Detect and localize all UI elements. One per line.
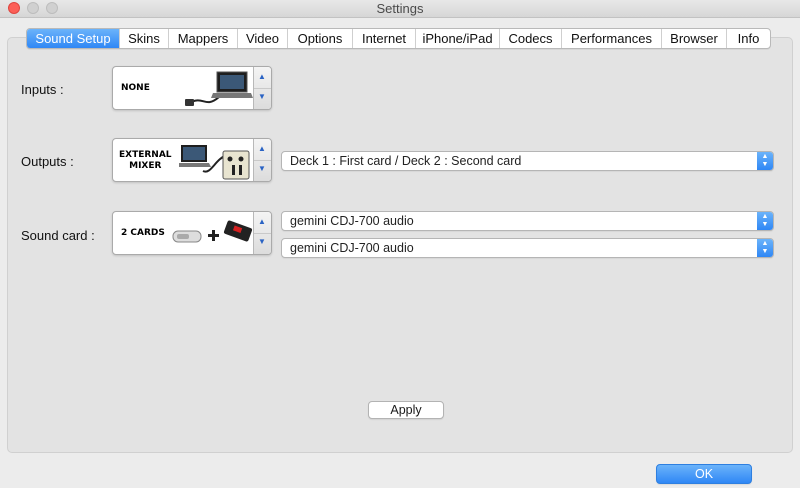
- laptop-cable-icon: [185, 71, 253, 106]
- tab-browser[interactable]: Browser: [662, 29, 727, 48]
- soundcard-select-2[interactable]: gemini CDJ-700 audio ▲ ▼: [281, 238, 774, 258]
- soundcard-select-2-value: gemini CDJ-700 audio: [290, 241, 414, 255]
- outputs-select[interactable]: Deck 1 : First card / Deck 2 : Second ca…: [281, 151, 774, 171]
- tab-options[interactable]: Options: [288, 29, 353, 48]
- tab-skins[interactable]: Skins: [120, 29, 169, 48]
- tab-sound-setup[interactable]: Sound Setup: [27, 29, 120, 48]
- soundcard-picker[interactable]: 2 CARDS ▲ ▼: [112, 211, 272, 255]
- tab-mappers[interactable]: Mappers: [169, 29, 238, 48]
- tab-info[interactable]: Info: [727, 29, 770, 48]
- tab-internet[interactable]: Internet: [353, 29, 416, 48]
- window-title: Settings: [376, 1, 424, 16]
- ok-button[interactable]: OK: [656, 464, 752, 484]
- inputs-picker-text: NONE: [121, 83, 150, 93]
- tab-iphone-ipad[interactable]: iPhone/iPad: [416, 29, 500, 48]
- outputs-picker[interactable]: EXTERNAL MIXER ▲ ▼: [112, 138, 272, 182]
- tab-video[interactable]: Video: [238, 29, 288, 48]
- chevron-up-down-icon: ▲ ▼: [757, 239, 773, 257]
- chevron-up-down-icon: ▲ ▼: [757, 152, 773, 170]
- outputs-label: Outputs :: [21, 154, 74, 169]
- stepper-up-icon[interactable]: ▲: [258, 217, 266, 226]
- soundcard-select-1-value: gemini CDJ-700 audio: [290, 214, 414, 228]
- stepper-up-icon[interactable]: ▲: [258, 72, 266, 81]
- inputs-stepper[interactable]: ▲ ▼: [253, 67, 271, 109]
- inputs-picker[interactable]: NONE ▲ ▼: [112, 66, 272, 110]
- inputs-label: Inputs :: [21, 82, 64, 97]
- stepper-down-icon[interactable]: ▼: [258, 164, 266, 173]
- stepper-down-icon[interactable]: ▼: [258, 92, 266, 101]
- apply-button[interactable]: Apply: [368, 401, 444, 419]
- tab-codecs[interactable]: Codecs: [500, 29, 562, 48]
- soundcard-label: Sound card :: [21, 228, 95, 243]
- soundcard-select-1[interactable]: gemini CDJ-700 audio ▲ ▼: [281, 211, 774, 231]
- soundcard-stepper[interactable]: ▲ ▼: [253, 212, 271, 254]
- tab-performances[interactable]: Performances: [562, 29, 662, 48]
- stepper-down-icon[interactable]: ▼: [258, 237, 266, 246]
- title-bar: Settings: [0, 0, 800, 18]
- two-cards-icon: [172, 220, 253, 243]
- laptop-mixer-icon: [179, 145, 250, 180]
- chevron-up-down-icon: ▲ ▼: [757, 212, 773, 230]
- stepper-up-icon[interactable]: ▲: [258, 144, 266, 153]
- soundcard-picker-text: 2 CARDS: [121, 228, 165, 238]
- tab-bar: Sound Setup Skins Mappers Video Options …: [26, 28, 771, 49]
- outputs-stepper[interactable]: ▲ ▼: [253, 139, 271, 181]
- outputs-select-value: Deck 1 : First card / Deck 2 : Second ca…: [290, 154, 522, 168]
- outputs-picker-text: EXTERNAL MIXER: [119, 150, 172, 171]
